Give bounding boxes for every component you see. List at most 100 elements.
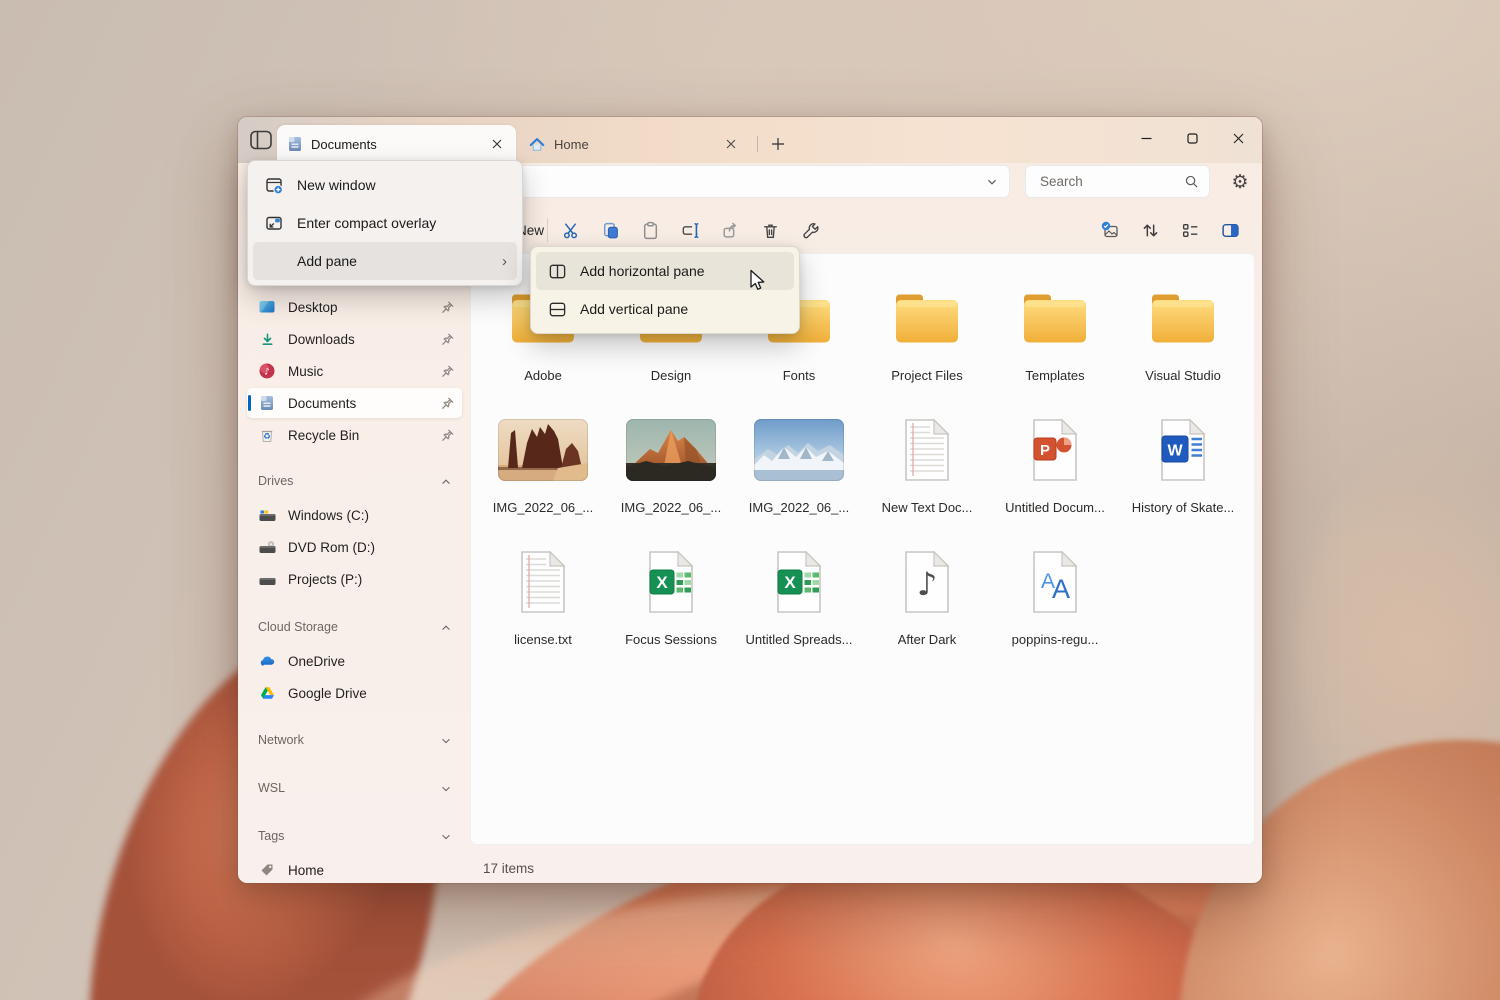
svg-text:♪: ♪ [264, 367, 270, 377]
close-window-button[interactable] [1218, 123, 1258, 153]
properties-button[interactable] [792, 212, 828, 248]
file-item[interactable]: New Text Doc... [863, 404, 991, 536]
tab-documents[interactable]: Documents [277, 125, 516, 163]
close-icon [726, 139, 736, 149]
photo-thumbnail [498, 404, 588, 496]
onedrive-icon [258, 655, 276, 667]
select-media-button[interactable] [1092, 212, 1128, 248]
powerpoint-icon [1030, 404, 1080, 496]
document-icon [288, 136, 302, 152]
search-box[interactable] [1025, 165, 1210, 198]
tab-close-button[interactable] [720, 133, 742, 155]
sidebar-section-tags[interactable]: Tags [247, 826, 462, 846]
word-icon [1158, 404, 1208, 496]
file-item[interactable]: Focus Sessions [607, 536, 735, 668]
sidebar-item-onedrive[interactable]: OneDrive [247, 646, 462, 676]
tab-context-menu: New window Enter compact overlay Add pan… [247, 160, 523, 286]
copy-button[interactable] [592, 212, 628, 248]
sidebar-section-drives[interactable]: Drives [247, 471, 462, 491]
sidebar-item-music[interactable]: ♪ Music [247, 356, 462, 386]
pin-icon[interactable] [441, 429, 454, 442]
sidebar-item-home-tag[interactable]: Home [247, 855, 462, 885]
sidebar-item-google-drive[interactable]: Google Drive [247, 678, 462, 708]
close-icon [1233, 133, 1244, 144]
file-label: Fonts [783, 368, 816, 383]
recycle-bin-icon: ♻ [258, 427, 276, 443]
pin-icon[interactable] [441, 301, 454, 314]
sidebar-item-downloads[interactable]: Downloads [247, 324, 462, 354]
sidebar-item-projects-p[interactable]: Projects (P:) [247, 564, 462, 594]
menu-item-label: Add pane [297, 253, 502, 269]
view-button[interactable] [1172, 212, 1208, 248]
maximize-button[interactable] [1172, 123, 1212, 153]
excel-icon [774, 536, 824, 628]
file-item[interactable]: After Dark [863, 536, 991, 668]
new-tab-button[interactable] [766, 132, 790, 156]
file-label: IMG_2022_06_... [621, 500, 721, 515]
close-icon [492, 139, 502, 149]
compact-overlay-icon [263, 213, 285, 233]
tab-home[interactable]: Home [518, 125, 750, 163]
share-button[interactable] [712, 212, 748, 248]
folder-icon [1023, 272, 1087, 364]
menu-item-new-window[interactable]: New window [253, 166, 517, 204]
delete-icon [761, 221, 780, 240]
file-label: IMG_2022_06_... [493, 500, 593, 515]
pin-icon[interactable] [441, 333, 454, 346]
sidebar-item-documents[interactable]: Documents [247, 388, 462, 418]
file-item[interactable]: IMG_2022_06_... [735, 404, 863, 536]
paste-button[interactable] [632, 212, 668, 248]
sidebar-section-cloud-storage[interactable]: Cloud Storage [247, 617, 462, 637]
tag-icon [258, 863, 276, 877]
pin-icon[interactable] [441, 397, 454, 410]
chevron-down-icon [440, 784, 452, 793]
plus-icon [771, 137, 785, 151]
menu-item-label: Enter compact overlay [297, 215, 507, 231]
file-item[interactable]: poppins-regu... [991, 536, 1119, 668]
folder-icon [1151, 272, 1215, 364]
file-item[interactable]: Untitled Docum... [991, 404, 1119, 536]
sidebar-toggle-button[interactable] [248, 127, 274, 153]
folder-item[interactable]: Templates [991, 272, 1119, 404]
menu-item-enter-compact-overlay[interactable]: Enter compact overlay [253, 204, 517, 242]
rename-button[interactable] [672, 212, 708, 248]
sidebar-item-desktop[interactable]: Desktop [247, 292, 462, 322]
menu-item-add-vertical-pane[interactable]: Add vertical pane [536, 290, 794, 328]
folder-item[interactable]: Visual Studio [1119, 272, 1247, 404]
minimize-button[interactable] [1126, 123, 1166, 153]
search-input[interactable] [1038, 173, 1184, 190]
tab-close-button[interactable] [486, 133, 508, 155]
maximize-icon [1187, 133, 1198, 144]
file-item[interactable]: IMG_2022_06_... [607, 404, 735, 536]
tab-separator [757, 136, 758, 152]
documents-icon [258, 395, 276, 411]
audio-file-icon [902, 536, 952, 628]
tab-label: Home [554, 137, 720, 152]
cut-button[interactable] [552, 212, 588, 248]
file-item[interactable]: IMG_2022_06_... [479, 404, 607, 536]
excel-icon [646, 536, 696, 628]
menu-item-add-pane[interactable]: Add pane › [253, 242, 517, 280]
file-label: Templates [1025, 368, 1084, 383]
folder-item[interactable]: Project Files [863, 272, 991, 404]
toolbar-separator [547, 218, 548, 242]
preview-pane-button[interactable] [1212, 212, 1248, 248]
delete-button[interactable] [752, 212, 788, 248]
sort-button[interactable] [1132, 212, 1168, 248]
sidebar-item-recycle-bin[interactable]: ♻ Recycle Bin [247, 420, 462, 450]
file-item[interactable]: license.txt [479, 536, 607, 668]
settings-button[interactable]: ⚙ [1223, 165, 1257, 199]
file-item[interactable]: History of Skate... [1119, 404, 1247, 536]
sidebar-item-windows-c[interactable]: Windows (C:) [247, 500, 462, 530]
sidebar-item-dvd-d[interactable]: DVD Rom (D:) [247, 532, 462, 562]
share-icon [721, 221, 740, 240]
photo-thumbnail [754, 404, 844, 496]
sidebar-section-wsl[interactable]: WSL [247, 778, 462, 798]
sidebar-section-network[interactable]: Network [247, 730, 462, 750]
cut-icon [561, 221, 580, 240]
tab-bar: Documents Home [238, 117, 1262, 163]
file-item[interactable]: Untitled Spreads... [735, 536, 863, 668]
pin-icon[interactable] [441, 365, 454, 378]
chevron-right-icon: › [502, 253, 507, 270]
sidebar-item-label: Music [288, 364, 441, 379]
